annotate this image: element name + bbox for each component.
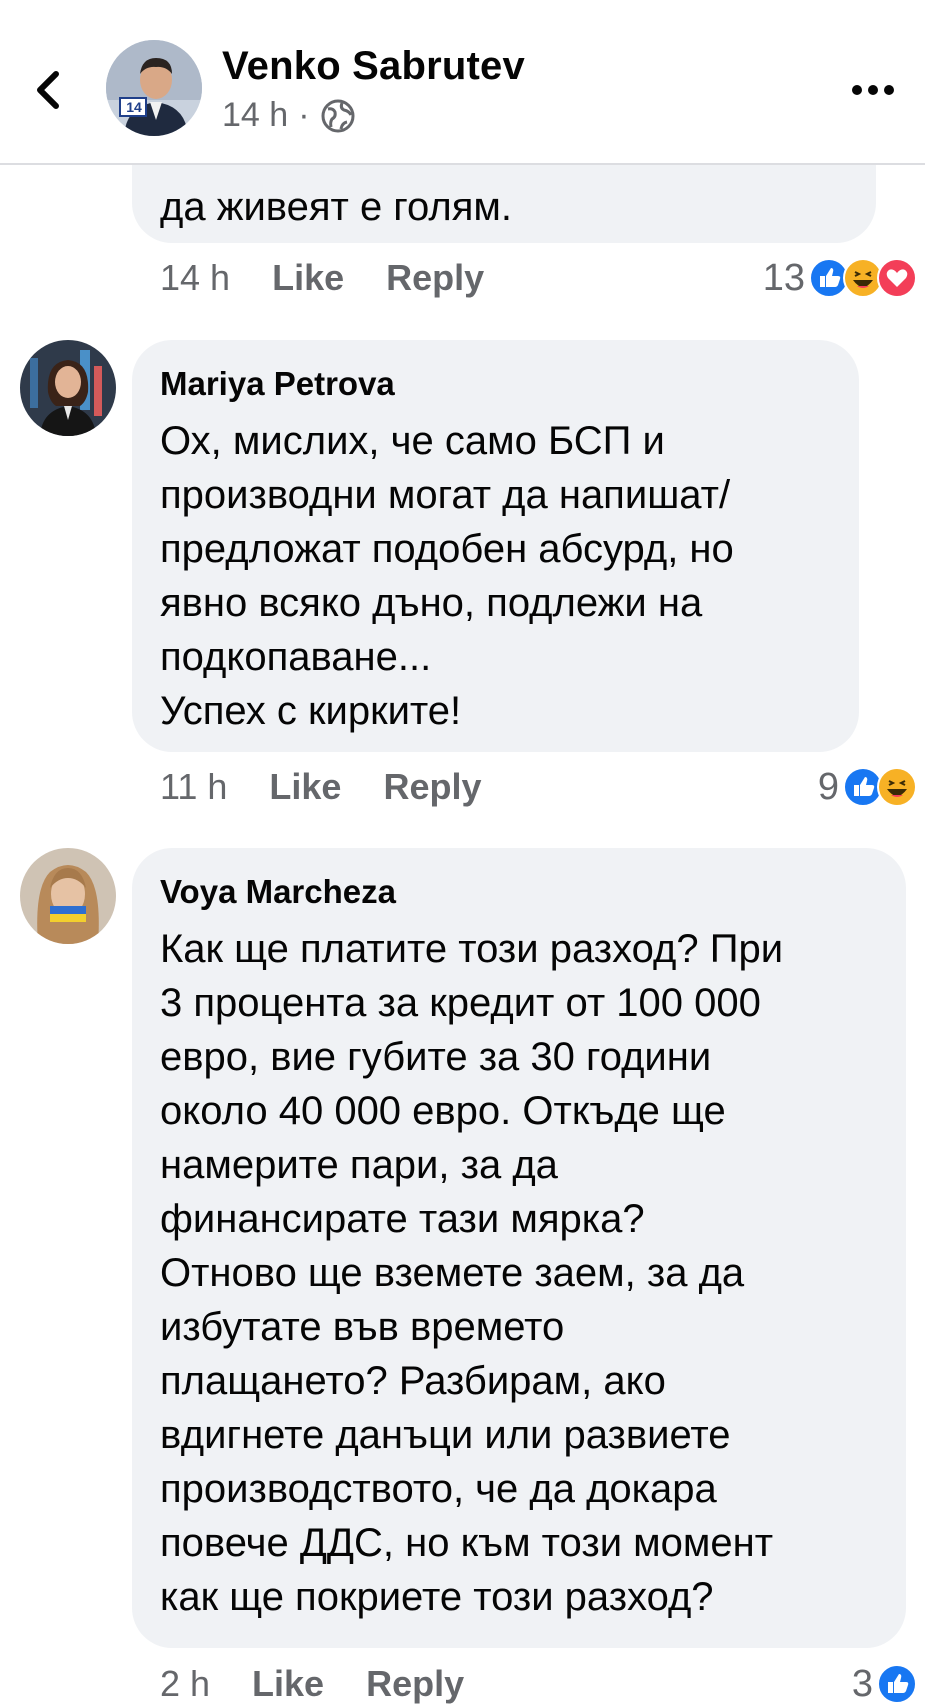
reaction-count: 3	[851, 1662, 873, 1705]
post-time[interactable]: 14 h	[222, 96, 288, 135]
reaction-summary[interactable]: 3	[852, 1660, 917, 1705]
comment-actions: 14 h Like Reply	[160, 254, 526, 302]
avatar-badge: 14	[126, 99, 142, 115]
love-reaction-icon	[877, 258, 917, 298]
globe-icon	[321, 99, 355, 132]
reply-button[interactable]: Reply	[383, 766, 481, 808]
meta-separator: ·	[298, 96, 310, 134]
reaction-count: 9	[817, 765, 839, 808]
commenter-name[interactable]: Voya Marcheza	[160, 873, 396, 911]
comment-actions: 2 h Like Reply	[160, 1660, 506, 1705]
post-meta: 14 h ·	[222, 96, 356, 135]
commenter-avatar[interactable]	[20, 340, 116, 436]
haha-reaction-icon	[877, 767, 917, 807]
reaction-summary[interactable]: 9	[818, 763, 917, 811]
comment-time[interactable]: 2 h	[160, 1663, 210, 1705]
reply-button[interactable]: Reply	[386, 257, 484, 299]
reply-button[interactable]: Reply	[366, 1663, 464, 1705]
commenter-avatar[interactable]	[20, 848, 116, 944]
commenter-name[interactable]: Mariya Petrova	[160, 365, 395, 403]
post-header: 14 Venko Sabrutev 14 h ·	[0, 0, 925, 165]
chevron-left-icon	[37, 71, 59, 109]
more-options-button[interactable]	[847, 70, 899, 110]
comment-text: Как ще платите този разход? При 3 процен…	[160, 927, 784, 1619]
comment-time[interactable]: 14 h	[160, 257, 230, 299]
like-button[interactable]: Like	[272, 257, 344, 299]
comment-bubble: Voya Marcheza Как ще платите този разход…	[132, 848, 906, 1648]
comments-screen: 14 Venko Sabrutev 14 h · да живеят е гол…	[0, 0, 925, 1705]
author-avatar[interactable]: 14	[106, 40, 202, 136]
comment-bubble: Mariya Petrova Ох, мислих, че само БСП и…	[132, 340, 859, 752]
like-reaction-icon	[877, 1664, 917, 1704]
author-name[interactable]: Venko Sabrutev	[222, 44, 525, 89]
reaction-count: 13	[762, 256, 805, 299]
comment-actions: 11 h Like Reply	[160, 763, 524, 811]
comment-text: Ох, мислих, че само БСП и производни мог…	[160, 419, 734, 733]
more-horizontal-icon	[852, 85, 894, 95]
comment-time[interactable]: 11 h	[160, 766, 227, 808]
back-button[interactable]	[28, 62, 68, 118]
like-button[interactable]: Like	[269, 766, 341, 808]
comment-text: да живеят е голям.	[160, 185, 512, 229]
like-button[interactable]: Like	[252, 1663, 324, 1705]
reaction-summary[interactable]: 13	[763, 254, 917, 302]
